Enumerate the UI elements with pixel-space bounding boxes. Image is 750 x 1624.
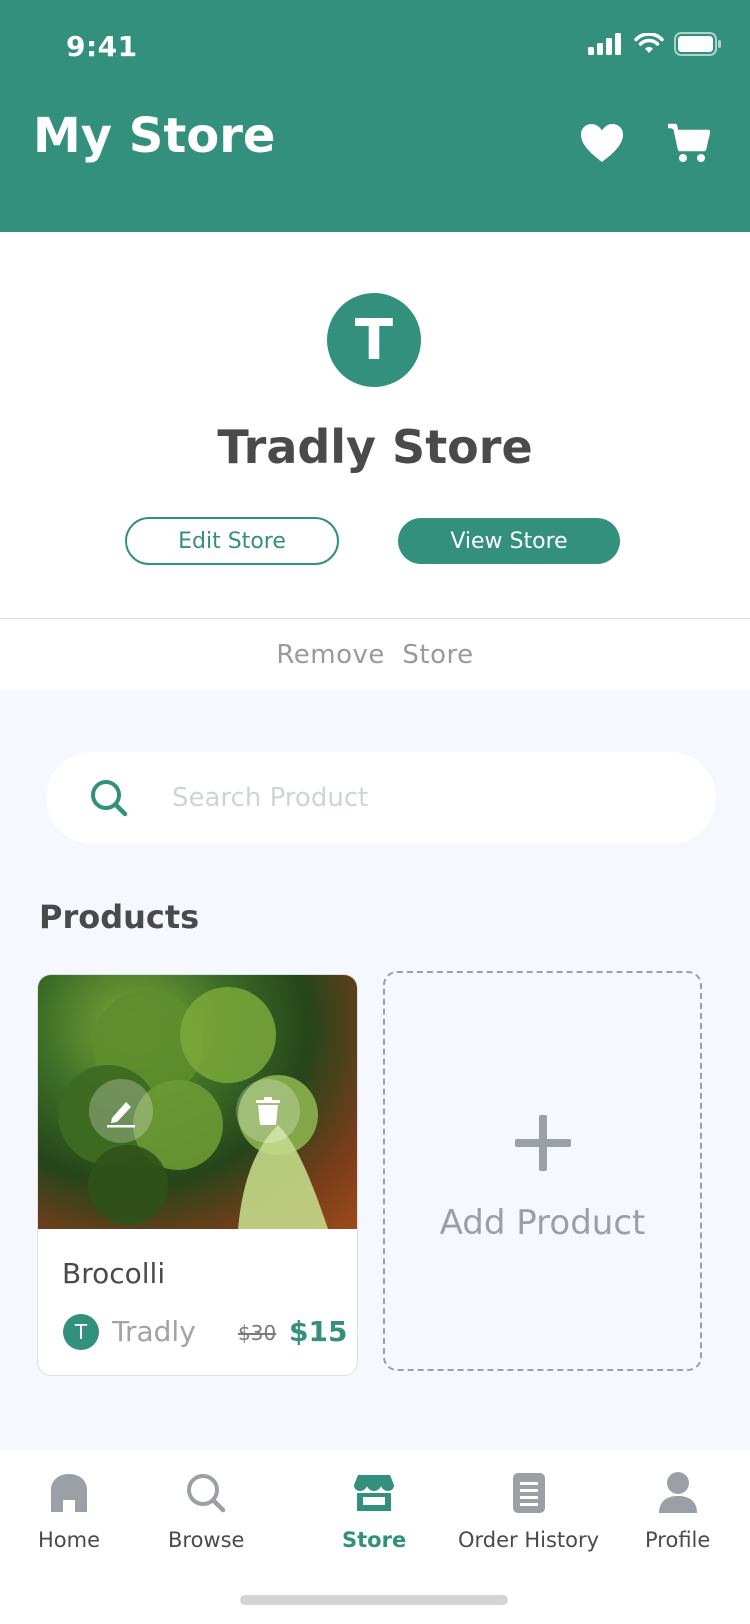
original-price: $30 [238,1321,277,1345]
edit-product-button[interactable] [89,1079,153,1143]
seller-avatar: T [63,1314,99,1350]
app-header: 9:41 My Store [0,0,750,232]
search-bar[interactable] [46,752,716,844]
delete-product-button[interactable] [236,1079,300,1143]
profile-icon [653,1468,703,1518]
tab-home[interactable]: Home [38,1468,100,1552]
order-history-icon [504,1468,554,1518]
signal-icon [588,33,621,55]
product-card[interactable]: Brocolli T Tradly $30 $15 [37,974,358,1376]
tab-browse[interactable]: Browse [168,1468,244,1552]
tab-label: Browse [168,1528,245,1552]
tab-store[interactable]: Store [342,1468,406,1552]
seller-name: Tradly [112,1315,196,1348]
tab-label: Store [342,1528,407,1552]
trash-icon [256,1097,280,1125]
store-icon [349,1468,399,1518]
tab-order-history[interactable]: Order History [458,1468,599,1552]
remove-store-label: Remove Store [276,639,474,670]
add-product-button[interactable]: Add Product [383,971,702,1371]
status-time: 9:41 [66,30,138,63]
tab-label: Order History [458,1528,600,1552]
product-name: Brocolli [62,1257,166,1290]
edit-store-button[interactable]: Edit Store [125,517,339,565]
products-heading: Products [39,898,200,936]
home-icon [44,1468,94,1518]
tab-label: Profile [645,1528,711,1552]
status-icons [588,32,722,56]
heart-icon [581,124,623,162]
tab-profile[interactable]: Profile [645,1468,710,1552]
store-name: Tradly Store [217,420,533,474]
wifi-icon [634,33,664,53]
product-image [38,975,357,1229]
plus-icon [515,1115,571,1171]
battery-icon [674,32,721,56]
search-icon [86,775,132,821]
search-icon [181,1468,231,1518]
add-product-label: Add Product [439,1203,646,1243]
cart-button[interactable] [663,118,713,168]
sale-price: $15 [289,1315,348,1348]
cart-icon [668,123,710,162]
tab-label: Home [38,1528,101,1552]
store-avatar: T [327,293,421,387]
favorites-button[interactable] [577,118,627,168]
home-indicator[interactable] [240,1595,508,1605]
pencil-icon [107,1102,135,1128]
remove-store-button[interactable]: Remove Store [0,618,750,690]
search-input[interactable] [172,783,652,813]
view-store-button[interactable]: View Store [398,518,620,564]
page-title: My Store [33,108,276,164]
